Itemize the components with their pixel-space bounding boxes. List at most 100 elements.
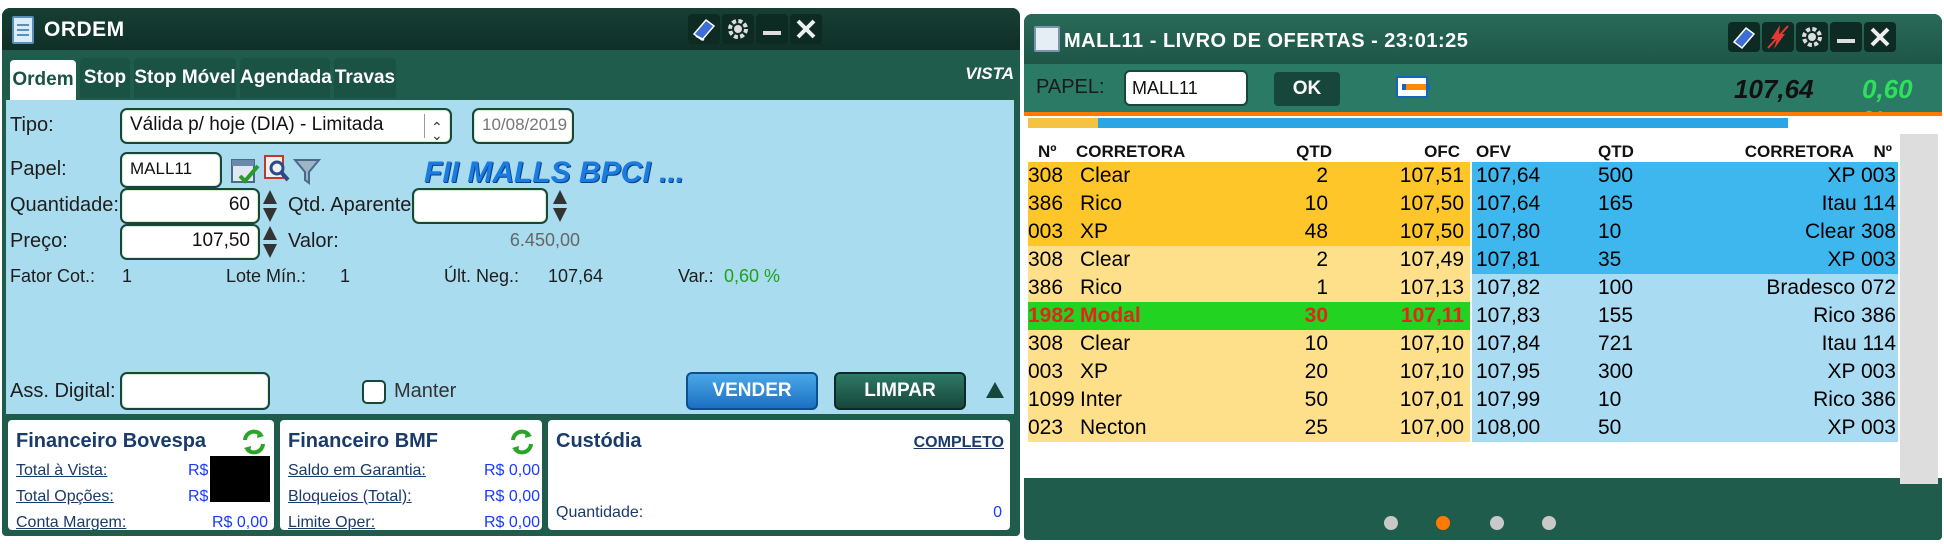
bid-broker-number: 308 <box>1028 164 1064 187</box>
table-row[interactable]: 1982 Modal 30 107,11 107,83 155 Rico 386 <box>1028 302 1932 330</box>
custodia-card: Custódia COMPLETO Quantidade: 0 <box>548 420 1010 530</box>
conta-margem-label: Conta Margem: <box>16 514 127 531</box>
ok-button[interactable]: OK <box>1274 72 1340 106</box>
ask-quantity: 10 <box>1598 388 1622 411</box>
col-header-n-buy: Nº <box>1038 142 1057 161</box>
quantidade-stepper[interactable] <box>262 188 278 224</box>
total-vista-label: Total à Vista: <box>16 462 108 479</box>
tipo-select-value: Válida p/ hoje (DIA) - Limitada <box>130 114 384 135</box>
bid-broker-name: Rico <box>1080 276 1123 299</box>
valor-value: 6.450,00 <box>509 230 580 250</box>
page-dot-4[interactable] <box>1542 516 1556 530</box>
bid-broker-name: Clear <box>1080 248 1131 271</box>
refresh-icon[interactable] <box>508 428 536 456</box>
close-icon[interactable] <box>790 14 822 44</box>
col-header-ofc: OFC <box>1424 142 1460 161</box>
ult-neg-label: Últ. Neg.: <box>444 266 520 286</box>
flag-icon[interactable] <box>1396 76 1430 98</box>
ask-price: 107,81 <box>1476 248 1541 271</box>
valor-label: Valor: <box>288 230 339 252</box>
ordem-title: ORDEM <box>44 18 125 41</box>
tab-stop[interactable]: Stop <box>80 58 130 98</box>
tab-stop-movel[interactable]: Stop Móvel <box>134 58 236 98</box>
table-row[interactable]: 003 XP 20 107,10 107,95 300 XP 003 <box>1028 358 1932 386</box>
vender-button[interactable]: VENDER <box>686 372 818 410</box>
bloqueios-value: R$ 0,00 <box>484 488 541 505</box>
minimize-icon[interactable] <box>1830 22 1862 52</box>
completo-link[interactable]: COMPLETO <box>914 434 1004 452</box>
ult-neg-value: 107,64 <box>548 266 604 286</box>
preco-stepper[interactable] <box>262 224 278 260</box>
ask-quantity: 35 <box>1598 248 1622 271</box>
bid-quantity: 50 <box>1304 388 1328 411</box>
table-row[interactable]: 023 Necton 25 107,00 108,00 50 XP 003 <box>1028 414 1932 442</box>
book-edit-icon[interactable] <box>1728 22 1760 52</box>
table-row[interactable]: 386 Rico 1 107,13 107,82 100 Bradesco 072 <box>1028 274 1932 302</box>
bid-price: 107,00 <box>1399 416 1464 439</box>
manter-checkbox[interactable] <box>362 380 386 404</box>
qtd-aparente-stepper[interactable] <box>552 188 568 224</box>
order-book: Nº CORRETORA QTD OFC OFV QTD CORRETORA N… <box>1024 116 1942 496</box>
document-icon <box>12 16 34 44</box>
tab-ordem[interactable]: Ordem <box>10 60 76 100</box>
tab-agendada[interactable]: Agendada <box>240 58 332 98</box>
tab-travas[interactable]: Travas <box>334 58 396 98</box>
bid-broker-name: Necton <box>1080 416 1147 439</box>
preco-input[interactable]: 107,50 <box>120 224 260 260</box>
ask-broker: Bradesco 072 <box>1766 276 1896 299</box>
ask-price: 107,80 <box>1476 220 1541 243</box>
table-row[interactable]: 003 XP 48 107,50 107,80 10 Clear 308 <box>1028 218 1932 246</box>
page-dot-1[interactable] <box>1384 516 1398 530</box>
filter-icon[interactable] <box>292 156 322 186</box>
lote-value: 1 <box>340 266 351 286</box>
bid-broker-number: 386 <box>1028 276 1064 299</box>
gear-icon[interactable] <box>722 14 754 44</box>
collapse-up-icon[interactable] <box>986 382 1004 398</box>
financeiro-bmf-title: Financeiro BMF <box>288 430 439 452</box>
livro-papel-input[interactable]: MALL11 <box>1124 70 1248 106</box>
quantidade-input[interactable]: 60 <box>120 188 260 224</box>
ask-price: 108,00 <box>1476 416 1541 439</box>
fator-value: 1 <box>122 266 133 286</box>
scrollbar[interactable] <box>1900 134 1938 496</box>
bid-broker-number: 308 <box>1028 332 1064 355</box>
table-row[interactable]: 308 Clear 10 107,10 107,84 721 Itau 114 <box>1028 330 1932 358</box>
ask-broker: XP 003 <box>1827 248 1896 271</box>
table-row[interactable]: 386 Rico 10 107,50 107,64 165 Itau 114 <box>1028 190 1932 218</box>
ask-quantity: 300 <box>1598 360 1634 383</box>
ass-digital-label: Ass. Digital: <box>10 380 116 402</box>
ordem-titlebar[interactable]: ORDEM <box>2 8 1020 50</box>
book-icon[interactable] <box>688 14 720 44</box>
bid-quantity: 20 <box>1304 360 1328 383</box>
papel-input[interactable]: MALL11 <box>120 152 222 188</box>
refresh-icon[interactable] <box>240 428 268 456</box>
lightning-icon[interactable] <box>1762 22 1794 52</box>
bid-quantity: 2 <box>1316 248 1328 271</box>
table-row[interactable]: 308 Clear 2 107,49 107,81 35 XP 003 <box>1028 246 1932 274</box>
ass-digital-input[interactable] <box>120 372 270 410</box>
minimize-icon[interactable] <box>756 14 788 44</box>
bid-price: 107,50 <box>1399 220 1464 243</box>
tipo-select[interactable]: Válida p/ hoje (DIA) - Limitada <box>120 108 452 150</box>
table-row[interactable]: 1099 Inter 50 107,01 107,99 10 Rico 386 <box>1028 386 1932 414</box>
search-doc-icon[interactable] <box>262 154 292 184</box>
gear-icon[interactable] <box>1796 22 1828 52</box>
ask-broker: Rico 386 <box>1813 304 1896 327</box>
bid-quantity: 10 <box>1304 192 1328 215</box>
bid-quantity: 30 <box>1304 304 1328 327</box>
bid-broker-name: Inter <box>1080 388 1123 411</box>
calendar-check-icon[interactable] <box>230 156 260 186</box>
table-row[interactable]: 308 Clear 2 107,51 107,64 500 XP 003 <box>1028 162 1932 190</box>
fator-label: Fator Cot.: <box>10 266 96 286</box>
ask-quantity: 50 <box>1598 416 1622 439</box>
order-form: Tipo: Válida p/ hoje (DIA) - Limitada 10… <box>6 100 1014 414</box>
page-dot-3[interactable] <box>1490 516 1504 530</box>
col-header-n-sell: Nº <box>1873 142 1893 161</box>
livro-titlebar[interactable]: MALL11 - LIVRO DE OFERTAS - 23:01:25 <box>1024 14 1942 64</box>
date-field[interactable]: 10/08/2019 <box>472 108 574 144</box>
page-dot-2[interactable] <box>1436 516 1450 530</box>
qtd-aparente-input[interactable] <box>412 188 548 224</box>
limpar-button[interactable]: LIMPAR <box>834 372 966 410</box>
close-icon[interactable] <box>1864 22 1896 52</box>
last-price: 107,64 <box>1734 74 1814 104</box>
